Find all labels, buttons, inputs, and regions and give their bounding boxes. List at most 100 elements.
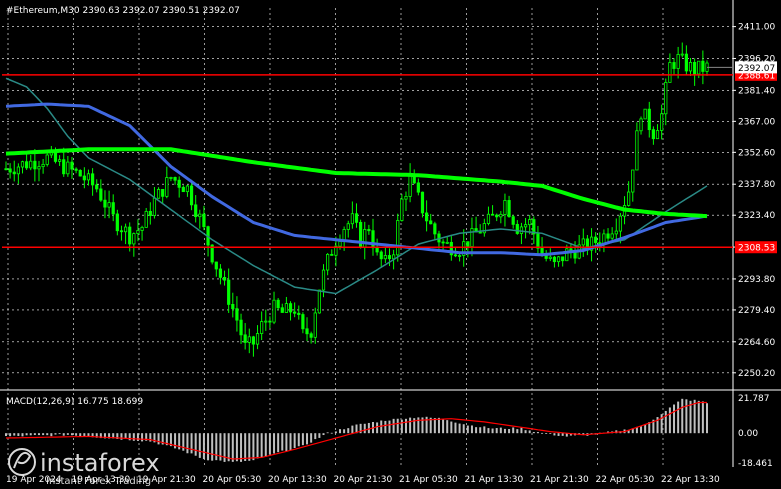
macd-bar [384,420,387,434]
macd-bar [297,433,300,447]
candle-body [194,204,198,218]
price-tick-label: 2411.00 [738,23,775,33]
macd-bar [392,418,395,434]
candle-body [528,219,532,226]
watermark-tagline: Instant Forex Trading [46,476,151,487]
candle-body [128,226,132,245]
candle-body [177,179,181,188]
candle-body [321,269,326,291]
macd-bar [293,433,296,448]
candle-body [235,308,239,321]
candle-body [293,311,297,314]
candle-body [490,213,495,216]
candle-body [62,159,66,175]
macd-bar [673,404,676,434]
macd-bar [37,433,40,436]
macd-bar [264,433,267,457]
macd-bar [343,429,346,434]
candle-body [375,247,379,253]
candle-body [25,161,29,169]
candle-body [41,163,45,168]
candle-body [214,261,218,270]
candle-body [181,186,185,193]
ma-fast-line [5,77,708,295]
candle-body [239,319,243,336]
macd-bar [553,433,556,436]
macd-bar [58,433,61,435]
candle-body [664,81,668,115]
macd-bar [211,433,214,461]
candle-body [185,185,190,193]
candle-body [618,215,623,232]
macd-axis: 21.787 0.00 -18.461 [738,394,773,469]
candle-body [684,53,688,72]
candle-body [350,213,354,225]
macd-tick-label: 0.00 [738,429,758,439]
price-panel[interactable] [2,42,733,357]
symbol-header: #Ethereum,M30 2390.63 2392.07 2390.51 23… [6,6,240,16]
candle-body [78,169,82,177]
macd-bar [640,426,643,434]
macd-bar [487,428,490,434]
candle-body [392,254,396,260]
candle-body [548,256,552,259]
candle-body [507,200,511,218]
candle-body [119,230,124,233]
candle-body [66,161,70,175]
macd-bar [545,433,548,434]
candle-body [243,334,247,343]
candle-body [647,108,651,131]
macd-bar [561,433,564,436]
macd-bar [668,407,671,434]
candle-body [20,161,25,168]
price-tick-label: 2381.40 [738,86,775,96]
candle-body [33,160,37,170]
macd-bar [310,433,313,443]
chart-canvas[interactable]: 2411.002396.202381.402367.002352.602337.… [0,0,781,489]
macd-bar [512,427,515,434]
candle-body [132,233,136,245]
candle-body [268,320,272,323]
macd-bar [541,432,544,434]
macd-bar [17,433,20,436]
candle-body [161,188,165,197]
macd-bar [400,419,403,434]
macd-bar [367,422,370,434]
candle-body [107,202,111,208]
candle-body [668,62,672,83]
macd-bar [215,433,218,461]
macd-bar [685,399,688,434]
candle-body [317,289,321,314]
candle-body [309,333,313,338]
candle-body [169,177,173,179]
macd-bar [198,433,201,458]
candle-body [346,223,350,230]
time-tick-label: 20 Apr 13:30 [268,475,327,485]
candle-body [651,129,655,140]
candle-body [486,213,491,224]
macd-bar [66,433,69,435]
candle-body [123,226,128,233]
candles [4,42,709,357]
candle-body [433,223,437,235]
candle-body [264,320,268,323]
macd-bar [681,398,684,434]
macd-bar [260,433,263,458]
macd-tick-label: -18.461 [738,459,773,469]
candle-body [284,303,289,313]
time-tick-label: 21 Apr 05:30 [399,475,458,485]
macd-bar [70,433,73,436]
candle-body [45,154,49,165]
macd-bar [301,433,304,446]
macd-bar [21,433,24,437]
macd-bar [520,427,523,434]
macd-bar [46,433,49,436]
macd-bar [207,433,210,461]
candle-body [396,220,400,256]
candle-body [301,314,305,330]
macd-bar [499,427,502,434]
candle-body [420,191,425,214]
candle-body [655,130,660,140]
candle-body [140,226,144,231]
macd-bar [503,428,506,434]
